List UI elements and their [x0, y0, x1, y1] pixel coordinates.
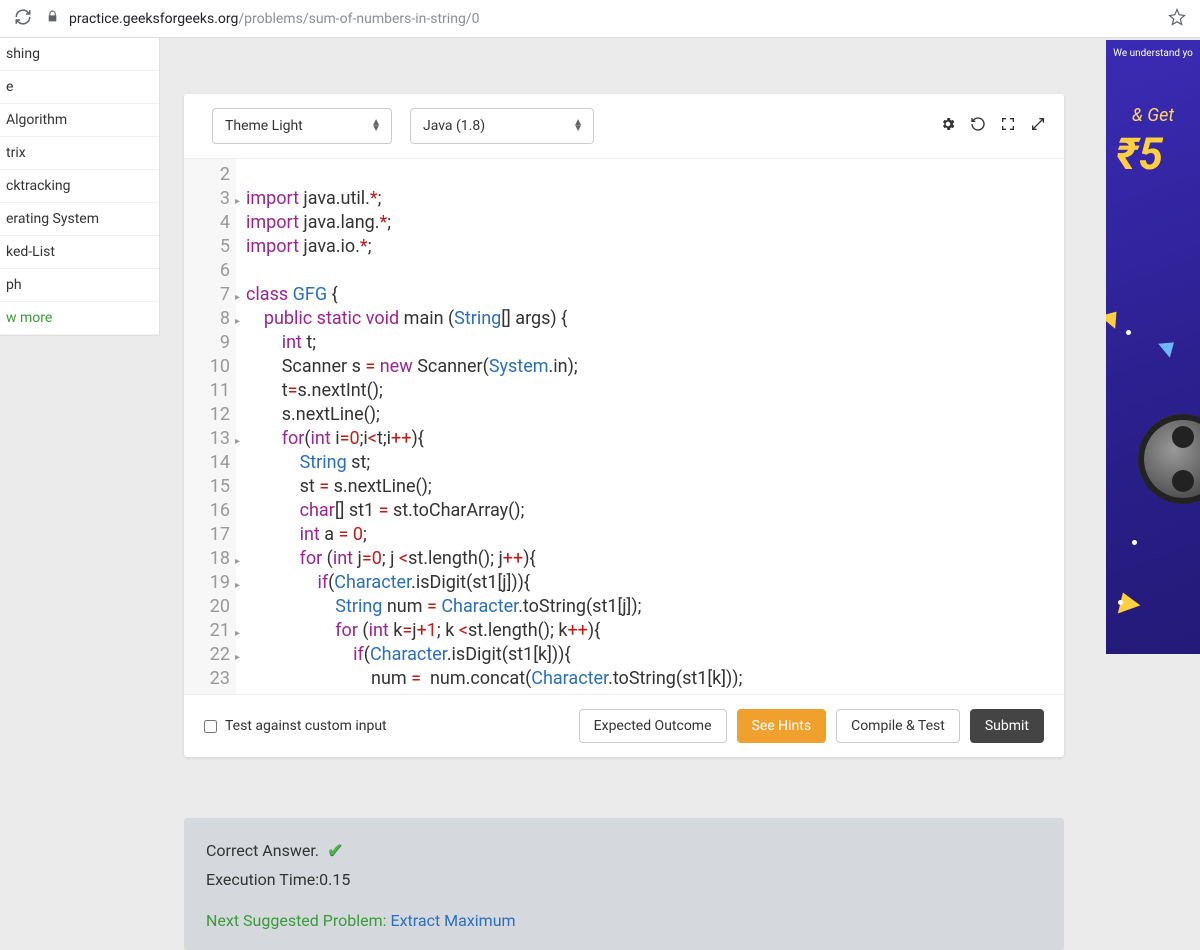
film-reel-icon	[1138, 414, 1200, 504]
confetti-icon	[1158, 335, 1180, 357]
confetti-dot-icon	[1126, 330, 1131, 335]
url-text: practice.geeksforgeeks.org/problems/sum-…	[69, 11, 479, 27]
expand-icon[interactable]	[1030, 116, 1046, 136]
sidebar-item[interactable]: Algorithm	[0, 104, 159, 137]
next-problem-label: Next Suggested Problem:	[206, 911, 387, 930]
settings-gear-icon[interactable]	[940, 116, 956, 136]
next-problem-link[interactable]: Extract Maximum	[391, 911, 516, 930]
select-chevron-icon: ▲▼	[573, 120, 583, 132]
execution-time-text: Execution Time:0.15	[206, 870, 1042, 889]
sidebar-item[interactable]: w more	[0, 302, 159, 335]
confetti-dot-icon	[1132, 540, 1137, 545]
language-select-label: Java (1.8)	[423, 118, 485, 134]
fullscreen-icon[interactable]	[1000, 116, 1016, 136]
editor-panel: Theme Light ▲▼ Java (1.8) ▲▼ 23456789101…	[184, 94, 1064, 757]
reset-icon[interactable]	[970, 116, 986, 136]
sidebar-item[interactable]: trix	[0, 137, 159, 170]
expected-outcome-button[interactable]: Expected Outcome	[579, 709, 727, 743]
theme-select-label: Theme Light	[225, 118, 303, 134]
sidebar-item[interactable]: cktracking	[0, 170, 159, 203]
see-hints-button[interactable]: See Hints	[737, 709, 827, 743]
result-panel: Correct Answer. ✔ Execution Time:0.15 Ne…	[184, 818, 1064, 950]
select-chevron-icon: ▲▼	[371, 120, 381, 132]
editor-footer: Test against custom input Expected Outco…	[184, 694, 1064, 757]
theme-select[interactable]: Theme Light ▲▼	[212, 108, 392, 144]
bookmark-star-icon[interactable]	[1168, 8, 1186, 30]
sidebar-item[interactable]: ked-List	[0, 236, 159, 269]
ad-rupee: ₹5	[1106, 128, 1200, 180]
language-select[interactable]: Java (1.8) ▲▼	[410, 108, 594, 144]
line-number-gutter: 23456789101112131415161718192021222324	[184, 159, 236, 694]
sidebar-item[interactable]: ph	[0, 269, 159, 302]
ad-get-text: & Get	[1106, 105, 1200, 126]
checkmark-icon: ✔	[327, 838, 344, 862]
lock-icon	[46, 10, 59, 27]
code-editor[interactable]: 23456789101112131415161718192021222324 i…	[184, 158, 1064, 694]
browser-address-bar: practice.geeksforgeeks.org/problems/sum-…	[0, 0, 1200, 38]
sidebar-item[interactable]: e	[0, 71, 159, 104]
code-content[interactable]: import java.util.*;import java.lang.*;im…	[246, 159, 1064, 694]
custom-input-box[interactable]	[204, 720, 217, 733]
editor-toolbar: Theme Light ▲▼ Java (1.8) ▲▼	[184, 94, 1064, 158]
confetti-icon	[1106, 305, 1124, 329]
confetti-icon	[1112, 588, 1141, 613]
next-problem-row: Next Suggested Problem: Extract Maximum	[206, 911, 1042, 930]
ad-slogan: We understand yo	[1106, 48, 1200, 59]
sidebar-item[interactable]: erating System	[0, 203, 159, 236]
ad-sidebar[interactable]: We understand yo & Get ₹5	[1106, 40, 1200, 654]
confetti-dot-icon	[1118, 600, 1123, 605]
submit-button[interactable]: Submit	[970, 709, 1044, 743]
custom-input-checkbox[interactable]: Test against custom input	[204, 718, 387, 734]
custom-input-label: Test against custom input	[225, 718, 387, 734]
sidebar-item[interactable]: shing	[0, 38, 159, 71]
correct-answer-text: Correct Answer.	[206, 841, 319, 860]
url-box[interactable]: practice.geeksforgeeks.org/problems/sum-…	[46, 10, 1154, 27]
compile-test-button[interactable]: Compile & Test	[836, 709, 960, 743]
reload-icon[interactable]	[14, 8, 32, 30]
topic-sidebar: shinge Algorithmtrixcktrackingerating Sy…	[0, 38, 160, 336]
